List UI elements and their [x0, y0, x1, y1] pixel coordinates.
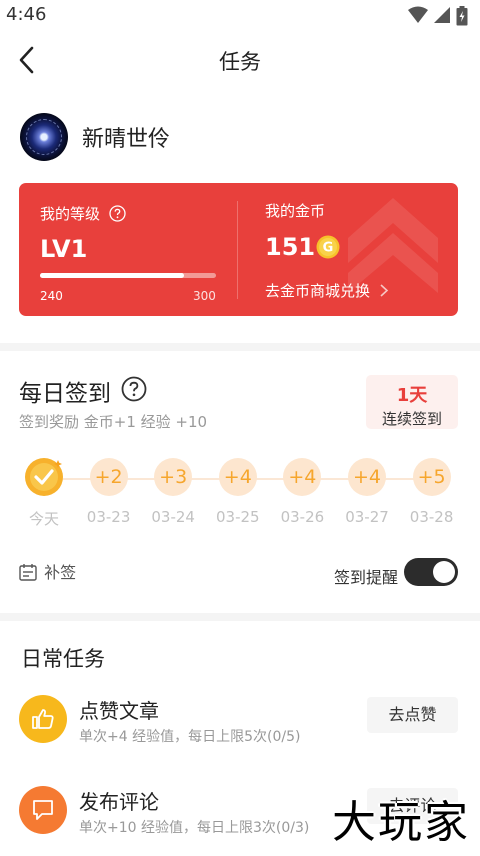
- app-header: 任务: [0, 32, 480, 88]
- thumbs-up-icon: [32, 709, 54, 729]
- makeup-sign-button[interactable]: 补签: [19, 559, 76, 583]
- coin-value: 151: [265, 233, 316, 261]
- level-label-text: 我的等级: [40, 205, 101, 223]
- chevron-right-icon: [380, 284, 388, 297]
- section-divider: [0, 613, 480, 621]
- sign-day: 今天: [16, 458, 72, 529]
- go-like-button[interactable]: 去点赞: [367, 697, 458, 733]
- day-date: 03-28: [409, 508, 454, 526]
- level-value: LV1: [40, 235, 88, 263]
- day-date: 03-24: [151, 508, 195, 526]
- day-date: 03-27: [345, 508, 389, 526]
- day-reward-circle: +4: [348, 458, 386, 496]
- daily-sign-reward-text: 签到奖励 金币+1 经验 +10: [19, 413, 208, 431]
- streak-badge: 1天 连续签到: [366, 375, 458, 429]
- level-progress-min: 240: [40, 289, 63, 303]
- day-reward-circle: +2: [89, 458, 128, 496]
- wifi-icon: [407, 6, 428, 23]
- watermark: 大玩家: [332, 797, 470, 848]
- help-icon[interactable]: [109, 205, 126, 222]
- card-divider: [237, 201, 238, 299]
- signal-icon: [433, 7, 450, 23]
- sign-day: +4 03-25: [210, 458, 266, 526]
- day-date: 今天: [28, 510, 59, 528]
- profile-section: 新晴世伶 我的等级 LV1 240 300 我的金币 151 G 去金币商城兑换: [0, 88, 480, 343]
- sign-reminder-toggle[interactable]: [404, 558, 458, 586]
- level-progress-fill: [40, 273, 185, 278]
- day-reward-circle: +4: [283, 458, 322, 496]
- streak-label: 连续签到: [381, 410, 442, 428]
- coin-shop-link[interactable]: 去金币商城兑换: [265, 280, 389, 301]
- gold-coin-icon: G: [316, 235, 340, 259]
- help-icon[interactable]: [121, 376, 147, 402]
- daily-sign-title: 每日签到: [19, 381, 111, 407]
- task-row: 点赞文章 单次+4 经验值，每日上限5次(0/5) 去点赞: [0, 695, 480, 775]
- avatar[interactable]: [20, 113, 68, 161]
- coin-shop-link-text: 去金币商城兑换: [265, 282, 371, 300]
- streak-days: 1天: [396, 385, 428, 406]
- status-icons: [407, 6, 468, 26]
- chevron-up-decoration-icon: [348, 198, 438, 293]
- page-title: 任务: [219, 50, 261, 74]
- task-name: 点赞文章: [79, 699, 159, 723]
- sign-day: +3 03-24: [145, 458, 201, 526]
- day-date: 03-25: [216, 508, 260, 526]
- makeup-sign-label: 补签: [44, 563, 77, 582]
- status-time: 4:46: [6, 4, 47, 25]
- sign-reminder-label: 签到提醒: [334, 568, 399, 587]
- comment-icon: [33, 800, 53, 820]
- day-reward-circle: +5: [412, 458, 451, 496]
- level-card: 我的等级 LV1 240 300 我的金币 151 G 去金币商城兑换: [19, 183, 458, 316]
- sign-day: +4 03-26: [274, 458, 330, 526]
- sign-day: +2 03-23: [81, 458, 137, 526]
- calendar-icon: [19, 564, 37, 581]
- day-reward-circle: +4: [218, 458, 257, 496]
- day-date: 03-26: [280, 508, 325, 526]
- battery-icon: [456, 6, 468, 26]
- task-icon-circle: [19, 695, 67, 743]
- section-divider: [0, 343, 480, 351]
- sign-day: +5 03-28: [404, 458, 460, 526]
- toggle-knob: [433, 561, 455, 583]
- daily-tasks-title: 日常任务: [21, 647, 105, 671]
- daily-sign-section: 每日签到 签到奖励 金币+1 经验 +10 1天 连续签到 今天 +2 03-23 +…: [0, 351, 480, 613]
- status-bar: 4:46: [0, 0, 480, 32]
- level-progress-bar: [40, 273, 216, 278]
- checkmark-icon: [30, 460, 62, 491]
- avatar-ring: [26, 119, 62, 155]
- task-icon-circle: [19, 786, 67, 834]
- day-reward-circle: +3: [154, 458, 193, 496]
- user-name: 新晴世伶: [82, 127, 171, 152]
- sign-day: +4 03-27: [339, 458, 395, 526]
- day-checked-circle: [25, 458, 63, 496]
- task-desc: 单次+4 经验值，每日上限5次(0/5): [79, 729, 301, 745]
- task-desc: 单次+10 经验值，每日上限3次(0/3): [79, 820, 310, 836]
- coin-label: 我的金币: [265, 202, 326, 220]
- level-label: 我的等级: [40, 203, 126, 224]
- day-date: 03-23: [86, 508, 131, 526]
- task-name: 发布评论: [79, 790, 159, 814]
- level-progress-max: 300: [193, 289, 216, 303]
- coin-icon-letter: G: [323, 241, 334, 256]
